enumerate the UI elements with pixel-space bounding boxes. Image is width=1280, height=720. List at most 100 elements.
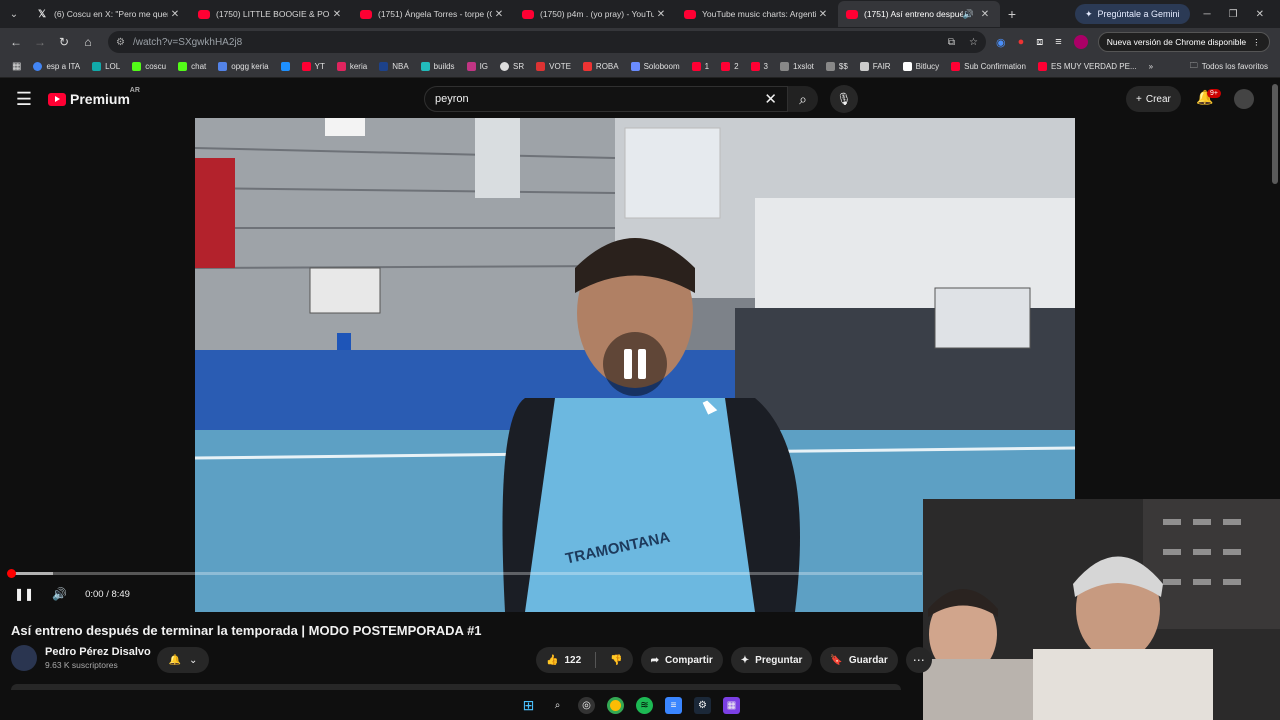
browser-tab[interactable]: (1750) LITTLE BOOGIE & POST ✕ [190, 1, 352, 27]
browser-tab[interactable]: 𝕏 (6) Coscu en X: "Pero me quería ✕ [28, 1, 190, 27]
scrubber-handle[interactable] [7, 569, 16, 578]
bookmark-item[interactable]: IG [461, 62, 494, 71]
bookmark-item[interactable]: NBA [373, 62, 414, 71]
bookmark-item[interactable]: Sub Confirmation [945, 62, 1032, 71]
app-grid-icon[interactable]: ▦ [723, 696, 740, 714]
home-icon[interactable]: ⌂ [76, 35, 100, 49]
windows-start-icon[interactable]: ⊞ [520, 697, 537, 714]
chrome-icon[interactable] [607, 696, 624, 714]
hamburger-menu-icon[interactable]: ☰ [0, 89, 48, 110]
close-icon[interactable]: ✕ [330, 9, 344, 20]
bookmark-label: Bitlucy [915, 62, 940, 71]
close-icon[interactable]: ✕ [654, 9, 668, 20]
browser-tab-active[interactable]: (1751) Así entreno despué 🔊 ✕ [838, 1, 1000, 27]
volume-icon[interactable]: 🔊 [52, 587, 67, 601]
page-scrollbar[interactable] [1272, 84, 1278, 184]
bookmark-item[interactable]: esp a ITA [27, 62, 86, 71]
ask-button[interactable]: ✦ Preguntar [730, 647, 813, 673]
reload-icon[interactable]: ↻ [52, 35, 76, 49]
video-title: Así entreno después de terminar la tempo… [11, 623, 482, 638]
youtube-premium-logo[interactable]: Premium AR [48, 87, 140, 107]
steam-icon[interactable]: ⚙ [694, 696, 711, 714]
create-button[interactable]: + Crear [1126, 86, 1181, 112]
bookmark-label: Soloboom [643, 62, 680, 71]
channel-avatar[interactable] [11, 645, 37, 671]
speaker-icon[interactable]: 🔊 [963, 9, 974, 20]
bookmark-label: builds [433, 62, 455, 71]
voice-search-mic-icon[interactable]: 🎙 [830, 85, 858, 113]
bookmark-item[interactable]: Soloboom [625, 62, 686, 71]
kebab-menu-icon[interactable]: ⋮ [1252, 37, 1261, 48]
center-pause-button[interactable] [603, 332, 667, 396]
gemini-button[interactable]: ✦ Pregúntale a Gemini [1074, 4, 1190, 24]
extension-icon[interactable]: ◉ [996, 36, 1006, 49]
bookmark-item[interactable]: Bitlucy [897, 62, 946, 71]
bookmark-item[interactable]: opgg keria [212, 62, 274, 71]
save-button[interactable]: 🔖 Guardar [820, 647, 898, 673]
bookmark-item[interactable]: 1 [686, 62, 715, 71]
tab-search-chevron-icon[interactable]: ⌄ [0, 0, 28, 28]
bookmark-item[interactable]: 1xslot [774, 62, 820, 71]
browser-tab[interactable]: (1751) Ángela Torres - torpe (O ✕ [352, 1, 514, 27]
more-actions-icon[interactable]: ⋯ [905, 647, 932, 673]
share-button[interactable]: ➦ Compartir [640, 647, 723, 673]
bookmark-item[interactable]: chat [172, 62, 212, 71]
browser-tab[interactable]: YouTube music charts: Argentin ✕ [676, 1, 838, 27]
bookmark-item[interactable]: 3 [745, 62, 774, 71]
profile-avatar[interactable] [1073, 35, 1088, 49]
forward-arrow-icon[interactable]: → [28, 35, 52, 49]
minimize-icon[interactable]: ─ [1204, 9, 1211, 20]
video-progress-bar[interactable] [7, 569, 922, 578]
search-input[interactable]: peyron ✕ [424, 86, 788, 112]
more-bookmarks-chevron-icon[interactable]: » [1143, 62, 1159, 71]
bookmark-item[interactable]: VOTE [530, 62, 577, 71]
bookmark-item[interactable]: ES MUY VERDAD PE... [1032, 62, 1143, 71]
back-arrow-icon[interactable]: ← [4, 35, 28, 49]
puzzle-icon[interactable]: ⧈ [1036, 36, 1043, 49]
app-icon[interactable]: ◎ [578, 696, 595, 714]
bookmark-item[interactable] [275, 62, 296, 71]
bookmark-star-icon[interactable]: ☆ [969, 37, 978, 48]
bookmark-item[interactable]: SR [494, 62, 530, 71]
search-icon[interactable]: ⌕ [549, 697, 566, 714]
media-controls-icon[interactable]: ≡ [1055, 36, 1061, 48]
like-button[interactable]: 👍 122 👎 [536, 647, 633, 673]
bookmark-item[interactable]: keria [331, 62, 373, 71]
url-bar[interactable]: ⚙ /watch?v=SXgwkhHA2j8 ⧉ ☆ [108, 31, 986, 53]
spotify-icon[interactable]: ≋ [636, 696, 653, 714]
bookmark-item[interactable]: FAIR [854, 62, 897, 71]
region-code: AR [129, 87, 140, 94]
apps-grid-icon[interactable]: ▦ [6, 61, 27, 72]
account-avatar[interactable] [1234, 89, 1254, 109]
tab-title: (6) Coscu en X: "Pero me quería [54, 9, 168, 19]
bookmark-item[interactable]: YT [296, 62, 331, 71]
search-button[interactable]: ⌕ [788, 86, 818, 112]
close-icon[interactable]: ✕ [492, 9, 506, 20]
bookmark-item[interactable]: 2 [715, 62, 744, 71]
bookmark-item[interactable]: $$ [820, 62, 854, 71]
pause-icon[interactable]: ❚❚ [14, 587, 34, 601]
restore-icon[interactable]: ❐ [1229, 9, 1238, 20]
notepad-icon[interactable]: ≡ [665, 696, 682, 714]
cast-icon[interactable]: ⧉ [948, 37, 955, 48]
new-tab-button[interactable]: + [1000, 6, 1024, 22]
browser-tab[interactable]: (1750) p4m . (yo pray) - YouTub ✕ [514, 1, 676, 27]
close-icon[interactable]: ✕ [816, 9, 830, 20]
close-icon[interactable]: ✕ [168, 9, 182, 20]
site-info-icon[interactable]: ⚙ [116, 37, 125, 48]
window-close-icon[interactable]: ✕ [1256, 9, 1264, 20]
subscription-bell-button[interactable]: 🔔 ⌄ [157, 647, 209, 673]
bookmark-item[interactable]: builds [415, 62, 461, 71]
channel-name[interactable]: Pedro Pérez Disalvo [45, 646, 151, 658]
close-icon[interactable]: ✕ [978, 9, 992, 20]
chrome-update-button[interactable]: Nueva versión de Chrome disponible ⋮ [1097, 32, 1270, 52]
thumbs-down-icon[interactable]: 👎 [602, 655, 632, 666]
bookmark-label: VOTE [549, 62, 571, 71]
extension-icon[interactable]: ● [1018, 36, 1025, 48]
description-box[interactable] [11, 684, 901, 690]
bookmark-item[interactable]: coscu [126, 62, 172, 71]
bookmark-item[interactable]: ROBA [577, 62, 625, 71]
all-bookmarks-button[interactable]: 🗀 Todos los favoritos [1190, 60, 1268, 74]
bookmark-item[interactable]: LOL [86, 62, 126, 71]
clear-search-icon[interactable]: ✕ [764, 90, 777, 108]
